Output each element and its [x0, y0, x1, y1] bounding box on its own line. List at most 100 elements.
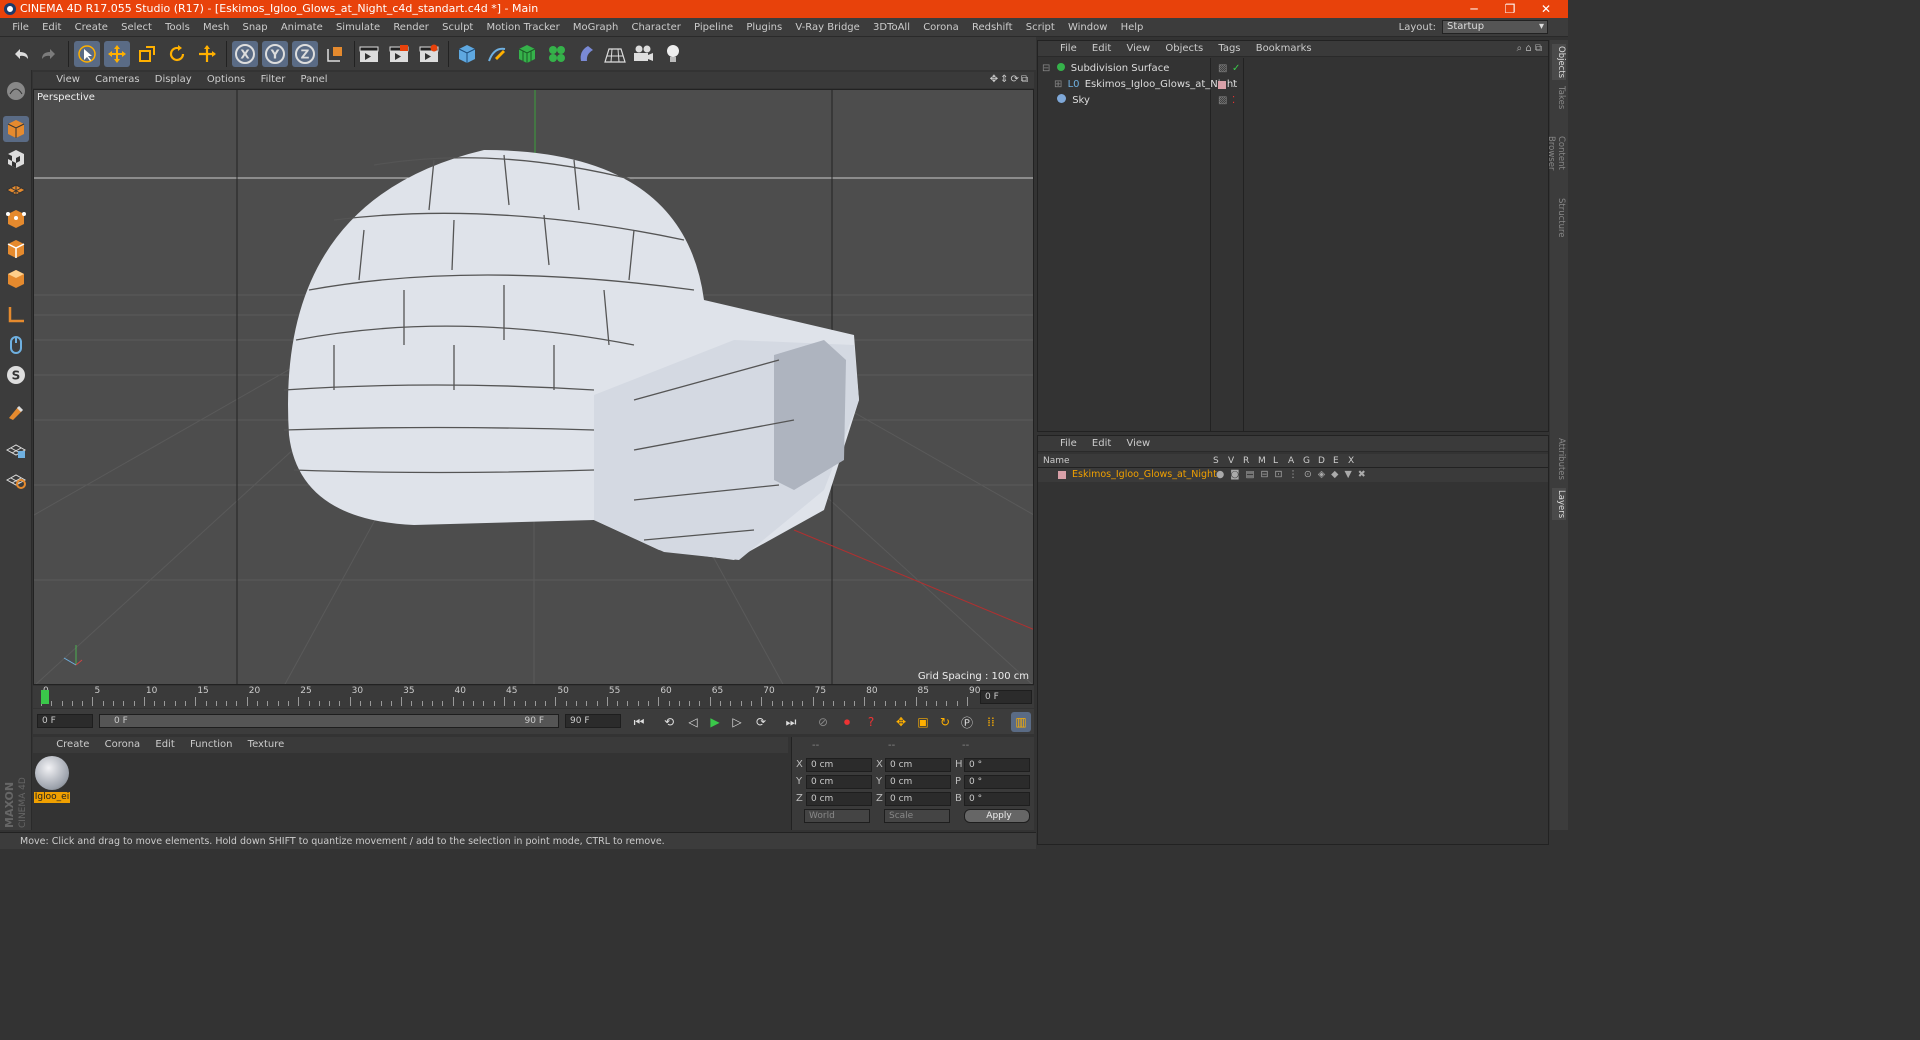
material-menu-function[interactable]: Function [184, 737, 239, 753]
column-manager[interactable]: M [1258, 454, 1266, 468]
tab-objects[interactable]: Objects [1552, 44, 1566, 80]
viewport-menu-cameras[interactable]: Cameras [89, 72, 145, 88]
menu-script[interactable]: Script [1021, 18, 1060, 37]
spline-pen-button[interactable] [484, 41, 510, 67]
layer-tag-icon[interactable]: ▨ [1218, 61, 1227, 77]
rotation-h-field[interactable]: 0 ° [964, 758, 1030, 772]
material-name-label[interactable]: Igloo_ei [34, 792, 70, 803]
menu-tools[interactable]: Tools [160, 18, 195, 37]
cube-primitive-button[interactable] [454, 41, 480, 67]
timeline-window-button[interactable]: ▥ [1011, 712, 1031, 732]
collapse-icon[interactable]: ⊟ [1042, 63, 1050, 74]
restore-button[interactable]: ❐ [1492, 0, 1528, 18]
menu-redshift[interactable]: Redshift [967, 18, 1018, 37]
viewport-menu-filter[interactable]: Filter [255, 72, 292, 88]
rotate-tool-button[interactable] [164, 41, 190, 67]
menu-select[interactable]: Select [116, 18, 157, 37]
viewport-nav-icons[interactable]: ✥⇕⟳⧉ [990, 72, 1030, 88]
edit-render-settings-button[interactable] [416, 41, 442, 67]
tab-attributes[interactable]: Attributes [1552, 436, 1566, 482]
column-solo[interactable]: S [1213, 454, 1219, 468]
object-row-igloo[interactable]: ⊞ L0 Eskimos_Igloo_Glows_at_Night ⁚ [1042, 77, 1542, 93]
coordinate-space-dropdown[interactable]: World [804, 809, 870, 823]
layer-color-swatch[interactable] [1058, 471, 1066, 479]
menu-3dtoall[interactable]: 3DToAll [868, 18, 915, 37]
step-back-button[interactable]: ◁ [683, 712, 703, 732]
current-frame-field[interactable]: 0 F [980, 690, 1032, 704]
viewport-menu-options[interactable]: Options [201, 72, 252, 88]
x-axis-lock-button[interactable]: X [232, 41, 258, 67]
column-deformers[interactable]: D [1318, 454, 1325, 468]
texture-mode-button[interactable] [3, 146, 29, 172]
cloner-button[interactable] [544, 41, 570, 67]
menu-pipeline[interactable]: Pipeline [689, 18, 738, 37]
close-button[interactable]: ✕ [1528, 0, 1564, 18]
keyframe-selection-button[interactable]: ? [861, 712, 881, 732]
size-y-field[interactable]: 0 cm [885, 775, 951, 789]
timeline-ruler[interactable]: 051015202530354045505560657075808590 0 F [33, 686, 1034, 708]
visibility-dots-icon[interactable]: ⁚ [1232, 93, 1235, 109]
autokey-button[interactable]: ⏺ [837, 712, 857, 732]
move-tool-button[interactable] [104, 41, 130, 67]
column-locked[interactable]: L [1273, 454, 1278, 468]
material-menu-corona[interactable]: Corona [99, 737, 147, 753]
record-active-button[interactable]: ⊘ [813, 712, 833, 732]
minimize-button[interactable]: ─ [1456, 0, 1492, 18]
menu-animate[interactable]: Animate [276, 18, 328, 37]
make-editable-button[interactable] [3, 78, 29, 104]
tweak-mode-button[interactable] [3, 332, 29, 358]
object-row-subdivision[interactable]: ⊟ Subdivision Surface ▨ ✓ [1042, 61, 1542, 77]
camera-button[interactable] [630, 41, 656, 67]
tab-layers[interactable]: Layers [1552, 488, 1566, 520]
material-thumbnail[interactable] [35, 756, 69, 790]
render-view-button[interactable] [356, 41, 382, 67]
objects-menu-view[interactable]: View [1120, 41, 1156, 57]
snapping-button[interactable] [3, 400, 29, 426]
scale-tool-button[interactable] [134, 41, 160, 67]
locked-workplane-button[interactable] [3, 436, 29, 462]
position-x-field[interactable]: 0 cm [806, 758, 872, 772]
objects-menu-edit[interactable]: Edit [1086, 41, 1117, 57]
menu-sculpt[interactable]: Sculpt [437, 18, 478, 37]
go-to-start-button[interactable]: ⏮ [629, 712, 649, 732]
layer-tag-icon[interactable]: ▨ [1218, 93, 1227, 109]
key-rotation-button[interactable]: ↻ [935, 712, 955, 732]
layers-menu-view[interactable]: View [1120, 436, 1156, 452]
layers-menu-edit[interactable]: Edit [1086, 436, 1117, 452]
viewport-menu-panel[interactable]: Panel [295, 72, 334, 88]
objects-menu-bookmarks[interactable]: Bookmarks [1250, 41, 1318, 57]
column-generators[interactable]: G [1303, 454, 1310, 468]
menu-snap[interactable]: Snap [237, 18, 272, 37]
layer-color-swatch[interactable] [1218, 81, 1226, 89]
layer-toggle-icons[interactable]: ●◙▤⊟⊡⋮⊙◈◆▼✖ [1216, 468, 1372, 482]
light-button[interactable] [660, 41, 686, 67]
menu-help[interactable]: Help [1116, 18, 1149, 37]
transform-tool-button[interactable] [194, 41, 220, 67]
search-icon[interactable]: ⌕ ⌂ ⧉ [1517, 41, 1542, 57]
menu-mograph[interactable]: MoGraph [568, 18, 623, 37]
objects-menu-file[interactable]: File [1054, 41, 1083, 57]
menu-render[interactable]: Render [388, 18, 434, 37]
floor-button[interactable] [602, 41, 628, 67]
edge-mode-button[interactable] [3, 236, 29, 262]
menu-window[interactable]: Window [1063, 18, 1112, 37]
live-selection-button[interactable] [74, 41, 100, 67]
coordinate-system-button[interactable] [322, 41, 348, 67]
menu-simulate[interactable]: Simulate [331, 18, 385, 37]
objects-menu-objects[interactable]: Objects [1159, 41, 1209, 57]
column-xref[interactable]: X [1348, 454, 1354, 468]
redo-button[interactable] [36, 41, 62, 67]
objects-menu-tags[interactable]: Tags [1212, 41, 1246, 57]
key-parameter-button[interactable]: Ⓟ [957, 712, 977, 732]
play-button[interactable]: ▶ [705, 712, 725, 732]
expand-icon[interactable]: ⊞ [1054, 79, 1062, 90]
layer-row[interactable]: Eskimos_Igloo_Glows_at_Night ●◙▤⊟⊡⋮⊙◈◆▼✖ [1038, 468, 1548, 482]
layout-dropdown[interactable]: Startup ▾ [1442, 20, 1548, 34]
menu-corona[interactable]: Corona [918, 18, 964, 37]
tab-takes[interactable]: Takes [1552, 86, 1566, 110]
material-menu-create[interactable]: Create [50, 737, 95, 753]
polygon-mode-button[interactable] [3, 266, 29, 292]
layers-menu-file[interactable]: File [1054, 436, 1083, 452]
key-position-button[interactable]: ✥ [891, 712, 911, 732]
z-axis-lock-button[interactable]: Z [292, 41, 318, 67]
